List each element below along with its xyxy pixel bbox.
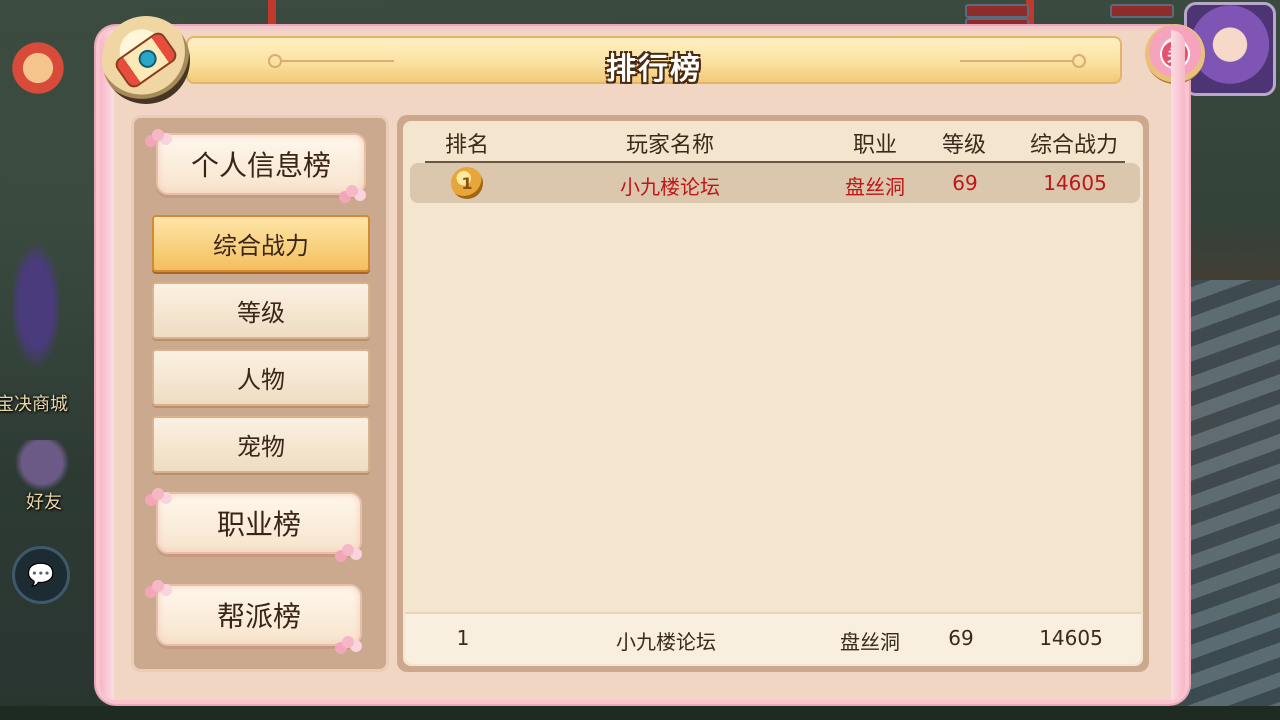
tab-label: 宠物	[237, 433, 285, 461]
my-profession: 盘丝洞	[840, 630, 900, 654]
exp-bar	[0, 706, 1280, 720]
tab-pet[interactable]: 宠物	[152, 416, 370, 473]
row-profession: 盘丝洞	[845, 175, 905, 199]
roof-tiles	[1170, 280, 1280, 720]
status-bar	[1110, 4, 1174, 18]
my-player-name: 小九楼论坛	[616, 630, 716, 654]
tab-label: 综合战力	[213, 232, 309, 260]
row-player-name: 小九楼论坛	[620, 175, 720, 199]
leaderboard-panel: 排行榜 关 个人信息榜 综合战力 等级 人物 宠物 职业榜 帮派榜 排名 玩家名…	[100, 16, 1205, 700]
category-guild[interactable]: 帮派榜	[152, 580, 362, 648]
my-rank: 1	[456, 626, 470, 650]
header-profession: 职业	[852, 133, 898, 158]
friends-label[interactable]: 好友	[26, 488, 62, 514]
row-level: 69	[952, 171, 978, 195]
category-profession-label: 职业榜	[216, 508, 301, 541]
gold-medal-icon: 1	[451, 167, 483, 199]
tab-level[interactable]: 等级	[152, 282, 370, 339]
shop-label[interactable]: 宝决商城	[0, 390, 68, 416]
fortune-god-icon[interactable]	[8, 38, 68, 98]
scroll-emblem-icon	[102, 16, 190, 104]
tab-label: 等级	[237, 299, 285, 327]
decor-pole	[268, 0, 276, 26]
header-player-name: 玩家名称	[625, 133, 715, 158]
page-title: 排行榜	[606, 52, 702, 87]
row-combat-power: 14605	[1043, 171, 1107, 195]
table-header: 排名 玩家名称 职业 等级 综合战力	[425, 127, 1125, 163]
tab-combat-power[interactable]: 综合战力	[152, 215, 370, 272]
category-personal[interactable]: 个人信息榜	[152, 129, 366, 197]
header-level: 等级	[941, 133, 987, 158]
category-sidebar: 个人信息榜 综合战力 等级 人物 宠物 职业榜 帮派榜	[131, 115, 389, 672]
chat-button[interactable]: 💬	[12, 546, 70, 604]
category-guild-label: 帮派榜	[216, 600, 301, 633]
title-bar: 排行榜	[186, 36, 1122, 87]
status-bar	[965, 4, 1029, 18]
my-rank-row: 1 小九楼论坛 盘丝洞 69 14605	[405, 612, 1141, 664]
row-rank: 1	[461, 173, 473, 193]
header-combat-power: 综合战力	[1029, 133, 1119, 158]
category-profession[interactable]: 职业榜	[152, 488, 362, 556]
ranking-table: 排名 玩家名称 职业 等级 综合战力 1 小九楼论坛 盘丝洞 69 14605 …	[403, 121, 1143, 666]
my-combat-power: 14605	[1039, 626, 1103, 650]
my-level: 69	[948, 626, 974, 650]
tab-label: 人物	[237, 366, 285, 394]
chat-bubble-icon: 💬	[27, 562, 55, 588]
close-button[interactable]: 关	[1145, 24, 1205, 84]
table-row[interactable]: 1 小九楼论坛 盘丝洞 69 14605	[410, 163, 1140, 203]
close-icon: 关	[1160, 39, 1190, 69]
header-rank: 排名	[444, 133, 490, 158]
tab-character[interactable]: 人物	[152, 349, 370, 406]
ranking-table-panel: 排名 玩家名称 职业 等级 综合战力 1 小九楼论坛 盘丝洞 69 14605 …	[397, 115, 1149, 672]
category-personal-label: 个人信息榜	[190, 149, 331, 182]
character-sprite	[6, 230, 66, 380]
